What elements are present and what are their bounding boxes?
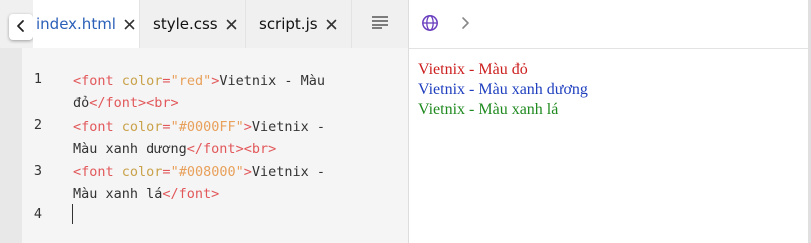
tab-index-html[interactable]: index.html — [33, 0, 140, 48]
tab-bar: index.html style.css script.js — [0, 0, 408, 49]
outline-button[interactable] — [352, 0, 408, 48]
code-line: <font color="#008000">Vietnix - — [73, 164, 326, 180]
tab-label: style.css — [153, 15, 218, 33]
preview-text-blue: Vietnix - Màu xanh dương — [418, 81, 588, 98]
code-line: <font color="#0000FF">Vietnix - — [73, 119, 326, 135]
line-number: 3 — [33, 163, 43, 179]
code-line: đỏ</font><br> — [73, 95, 179, 111]
close-icon[interactable] — [226, 19, 237, 30]
gutter — [0, 48, 22, 243]
tab-style-css[interactable]: style.css — [140, 0, 246, 48]
text-cursor — [72, 204, 73, 224]
preview-toolbar — [409, 0, 811, 49]
chevron-left-icon — [15, 18, 27, 37]
back-button[interactable] — [9, 14, 33, 40]
close-icon[interactable] — [326, 19, 337, 30]
align-lines-icon — [371, 15, 389, 33]
code-line: Màu xanh lá</font> — [73, 186, 220, 202]
globe-icon[interactable] — [421, 14, 439, 36]
code-line: <font color="red">Vietnix - Màu — [73, 73, 326, 89]
preview-output: Vietnix - Màu đỏ Vietnix - Màu xanh dươn… — [418, 60, 588, 120]
preview-text-red: Vietnix - Màu đỏ — [418, 61, 528, 78]
tab-label: script.js — [259, 15, 318, 33]
line-number: 1 — [33, 71, 43, 87]
line-number: 2 — [33, 117, 43, 133]
tab-label: index.html — [36, 15, 116, 33]
preview-text-green: Vietnix - Màu xanh lá — [418, 101, 559, 118]
close-icon[interactable] — [124, 19, 135, 30]
tab-script-js[interactable]: script.js — [246, 0, 352, 48]
chevron-right-icon[interactable] — [459, 15, 471, 35]
code-editor[interactable]: 1 2 3 4 <font color="red">Vietnix - Màu … — [22, 48, 408, 243]
line-number: 4 — [33, 206, 43, 222]
code-line: Màu xanh dương</font><br> — [73, 141, 277, 157]
